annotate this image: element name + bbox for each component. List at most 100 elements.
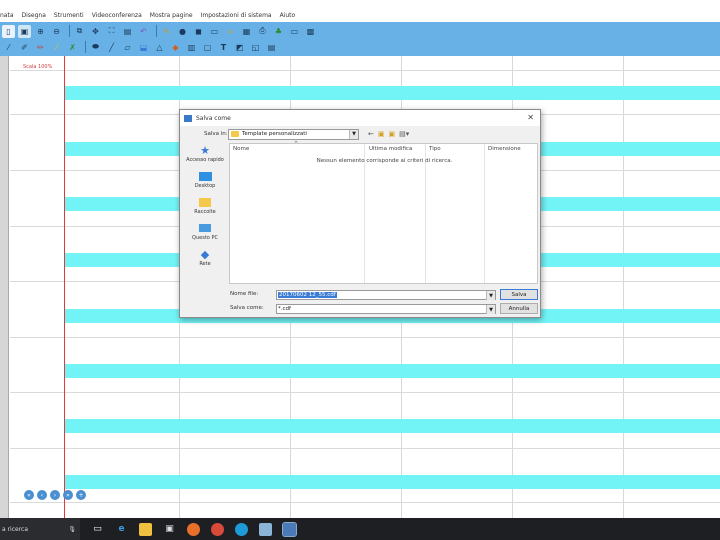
task-view-icon[interactable]: ▭	[91, 523, 104, 536]
menu-item-annotate[interactable]: nata	[0, 12, 14, 19]
place-this-pc[interactable]: Questo PC	[182, 222, 228, 248]
up-folder-icon[interactable]: ▣	[378, 130, 385, 138]
first-page-icon[interactable]: «	[24, 490, 34, 500]
magic-pen-icon[interactable]: ✗	[66, 41, 79, 54]
taskbar-search[interactable]: a ricerca 🎙	[0, 518, 80, 540]
save-button[interactable]: Salva	[500, 289, 538, 300]
drawing-toolbar: ⁄ ✐ ✏ ⁄ ✗ ⬬ ╱ ▱ ⬓ △ ◆ ▥ ▢ T ◩ ◱ ▤	[0, 38, 720, 56]
computer-icon	[198, 222, 212, 234]
close-icon[interactable]: ✕	[527, 113, 534, 122]
column-name[interactable]: Nome	[233, 146, 249, 152]
file-list[interactable]: Nome ^ Ultima modifica Tipo Dimensione N…	[229, 141, 538, 284]
toolbar-divider	[85, 41, 86, 53]
microphone-icon[interactable]: 🎙	[68, 526, 76, 533]
new-icon[interactable]: ▯	[2, 24, 15, 38]
save-in-dropdown[interactable]: Template personalizzati ▼	[228, 128, 359, 140]
menu-item-show-pages[interactable]: Mostra pagine	[150, 12, 193, 19]
column-type[interactable]: Tipo	[429, 146, 441, 152]
zoom-scale-label: Scala 100%	[23, 64, 53, 70]
folder-nav-icons: ← ▣ ▣ ▤▾	[368, 128, 413, 140]
shape-icon[interactable]: ▱	[121, 41, 134, 54]
last-page-icon[interactable]: »	[63, 490, 73, 500]
prev-page-icon[interactable]: ‹	[37, 490, 47, 500]
skype-icon[interactable]	[235, 522, 248, 536]
graph-icon[interactable]: ◱	[249, 41, 262, 54]
app-icon	[184, 114, 192, 122]
new-folder-icon[interactable]: ▣	[389, 130, 396, 138]
file-explorer-icon[interactable]	[139, 522, 152, 536]
toolbar-divider	[156, 25, 157, 37]
place-label: Accesso rapido	[186, 157, 224, 163]
ruler-icon[interactable]: ▤	[265, 41, 278, 54]
place-libraries[interactable]: Raccolte	[182, 196, 228, 222]
line-icon[interactable]: ╱	[105, 41, 118, 54]
highlighter-icon[interactable]: ⁄	[50, 41, 63, 54]
zoom-out-icon[interactable]: ⊖	[50, 25, 63, 38]
share-icon[interactable]: ♣	[272, 25, 285, 38]
text-box-icon[interactable]: ▢	[201, 41, 214, 54]
savetype-dropdown[interactable]: *.cdf ▼	[276, 304, 496, 314]
chrome-icon[interactable]	[211, 522, 224, 536]
pencil-icon[interactable]: ⁄	[2, 41, 15, 54]
print-icon[interactable]: ⎙	[256, 25, 269, 38]
triangle-icon[interactable]: △	[153, 41, 166, 54]
screen-capture-icon[interactable]: ⧉	[73, 25, 86, 38]
savetype-label: Salva come:	[230, 305, 264, 311]
grid-line	[10, 70, 720, 71]
chevron-down-icon[interactable]: ▼	[486, 305, 495, 314]
image-icon[interactable]: ◩	[233, 41, 246, 54]
edge-icon[interactable]: e	[115, 523, 128, 536]
place-label: Desktop	[194, 183, 216, 189]
cancel-button[interactable]: Annulla	[500, 303, 538, 314]
column-divider	[484, 144, 485, 283]
store-icon[interactable]: ▣	[163, 523, 176, 536]
camera-icon[interactable]: ◼	[192, 25, 205, 38]
undo-icon[interactable]: ↶	[137, 25, 150, 38]
whiteboard-icon[interactable]	[282, 521, 297, 537]
firefox-icon[interactable]	[187, 522, 200, 536]
record-icon[interactable]: ●	[176, 25, 189, 38]
marker-icon[interactable]: ✐	[18, 41, 31, 54]
add-page-icon[interactable]: +	[76, 490, 86, 500]
column-modified[interactable]: Ultima modifica	[369, 146, 412, 152]
place-network[interactable]: ◆ Rete	[182, 248, 228, 274]
sort-arrow-icon: ^	[294, 141, 299, 147]
grid-line	[10, 337, 720, 338]
chevron-down-icon[interactable]: ▼	[486, 291, 495, 300]
open-icon[interactable]: ▣	[18, 24, 31, 38]
window-icon[interactable]: ▭	[208, 25, 221, 38]
save-in-label: Salva in:	[204, 131, 228, 137]
filename-input[interactable]: 20170602 12_55.cdf ▼	[276, 290, 496, 300]
place-quick-access[interactable]: ★ Accesso rapido	[182, 144, 228, 170]
arrow-icon[interactable]: ⇦	[224, 25, 237, 38]
media-icon[interactable]: ◆	[169, 41, 182, 54]
monitor-icon[interactable]: ▭	[288, 25, 301, 38]
menu-item-settings[interactable]: Impostazioni di sistema	[201, 12, 272, 19]
gallery-icon[interactable]: ▩	[304, 25, 317, 38]
chevron-down-icon[interactable]: ▼	[349, 129, 358, 139]
back-icon[interactable]: ←	[368, 130, 374, 138]
next-page-icon[interactable]: ›	[50, 490, 60, 500]
fit-icon[interactable]: ✥	[89, 25, 102, 38]
menu-item-draw[interactable]: Disegna	[22, 12, 46, 19]
view-menu-icon[interactable]: ▤▾	[399, 130, 409, 138]
chart-icon[interactable]: ▥	[185, 41, 198, 54]
pen-icon[interactable]: ✎	[160, 25, 173, 38]
app-icon[interactable]	[259, 522, 272, 536]
menu-item-videoconference[interactable]: Videoconferenza	[92, 12, 142, 19]
page-icon[interactable]: ▤	[121, 25, 134, 38]
eraser-icon[interactable]: ⬬	[89, 41, 102, 54]
zoom-in-icon[interactable]: ⊕	[34, 25, 47, 38]
text-icon[interactable]: T	[217, 41, 230, 54]
place-desktop[interactable]: Desktop	[182, 170, 228, 196]
menu-item-help[interactable]: Aiuto	[280, 12, 296, 19]
fill-icon[interactable]: ⬓	[137, 41, 150, 54]
brush-icon[interactable]: ✏	[34, 41, 47, 54]
column-size[interactable]: Dimensione	[488, 146, 521, 152]
save-icon[interactable]: ▦	[240, 25, 253, 38]
grid-line	[10, 502, 720, 503]
menu-item-tools[interactable]: Strumenti	[54, 12, 84, 19]
fullscreen-icon[interactable]: ⛶	[105, 25, 118, 38]
place-label: Rete	[199, 261, 211, 267]
save-in-row: Salva in: Template personalizzati ▼ ← ▣ …	[180, 128, 540, 140]
